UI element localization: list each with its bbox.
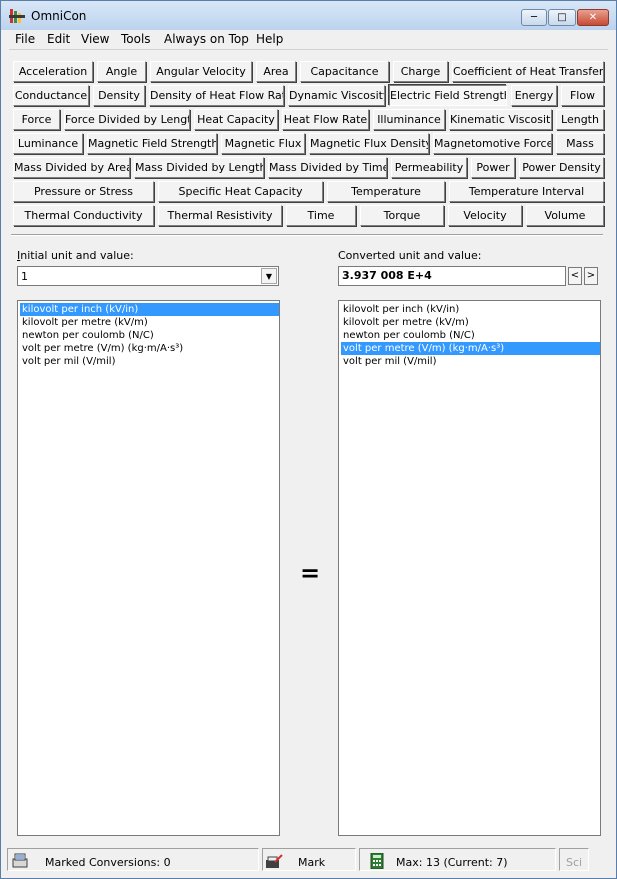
category-button[interactable]: Temperature Interval — [449, 181, 604, 202]
category-button[interactable]: Density — [93, 85, 145, 106]
category-button[interactable]: Charge — [393, 61, 448, 82]
category-button[interactable]: Dynamic Viscosity — [288, 85, 385, 106]
converted-unit-item[interactable]: kilovolt per inch (kV/in) — [341, 303, 600, 316]
max-results-text: Max: 13 (Current: 7) — [396, 856, 508, 869]
mark-icon — [266, 854, 283, 868]
category-button[interactable]: Specific Heat Capacity — [158, 181, 323, 202]
mark-label: Mark — [298, 856, 326, 869]
category-button[interactable]: Thermal Resistivity — [158, 205, 282, 226]
next-result-button[interactable]: > — [584, 267, 598, 285]
initial-unit-label: Initial unit and value: — [17, 249, 134, 262]
app-window: OmniCon ─ □ ✕ File Edit View Tools Alway… — [0, 0, 617, 879]
category-button[interactable]: Energy — [511, 85, 557, 106]
previous-result-button[interactable]: < — [568, 267, 582, 285]
converted-unit-item[interactable]: volt per metre (V/m) (kg·m/A·s³) — [341, 342, 600, 355]
category-button[interactable]: Heat Flow Rate — [282, 109, 369, 130]
mark-button[interactable]: Mark — [262, 848, 356, 871]
converted-value[interactable]: 3.937 008 E+4 — [342, 269, 432, 282]
category-button[interactable]: Acceleration — [13, 61, 93, 82]
category-button[interactable]: Force — [13, 109, 60, 130]
category-button[interactable]: Conductance — [13, 85, 89, 106]
category-button-selected[interactable]: Electric Field Strength — [389, 85, 507, 106]
converted-unit-item[interactable]: newton per coulomb (N/C) — [341, 329, 600, 342]
category-button[interactable]: Illuminance — [373, 109, 445, 130]
menu-edit[interactable]: Edit — [47, 32, 70, 46]
menu-bar: File Edit View Tools Always on Top Help — [1, 30, 616, 49]
category-button[interactable]: Density of Heat Flow Rate — [149, 85, 284, 106]
category-button[interactable]: Area — [256, 61, 296, 82]
marked-conversions-icon — [12, 853, 28, 868]
category-button[interactable]: Length — [556, 109, 604, 130]
category-button[interactable]: Torque — [360, 205, 444, 226]
title-bar[interactable]: OmniCon ─ □ ✕ — [1, 1, 616, 30]
category-button[interactable]: Mass Divided by Time — [268, 157, 387, 178]
sci-label: Sci — [566, 856, 583, 869]
category-button[interactable]: Mass — [556, 133, 604, 154]
converted-value-field[interactable]: 3.937 008 E+4 — [338, 266, 566, 286]
initial-unit-item[interactable]: kilovolt per metre (kV/m) — [20, 316, 279, 329]
category-button[interactable]: Velocity — [448, 205, 522, 226]
minimize-icon: ─ — [530, 12, 538, 23]
category-button[interactable]: Pressure or Stress — [13, 181, 154, 202]
converted-unit-label: Converted unit and value: — [338, 249, 482, 262]
menu-help[interactable]: Help — [256, 32, 283, 46]
category-button[interactable]: Magnetic Field Strength — [87, 133, 217, 154]
category-button[interactable]: Permeability — [391, 157, 467, 178]
maximize-button[interactable]: □ — [548, 9, 576, 26]
category-button[interactable]: Mass Divided by Area — [13, 157, 130, 178]
category-button[interactable]: Magnetic Flux Density — [309, 133, 429, 154]
menu-always-on-top[interactable]: Always on Top — [164, 32, 249, 46]
category-button[interactable]: Power Density — [519, 157, 604, 178]
close-button[interactable]: ✕ — [577, 9, 609, 26]
close-icon: ✕ — [588, 12, 598, 23]
category-button[interactable]: Force Divided by Length — [64, 109, 190, 130]
initial-unit-item[interactable]: kilovolt per inch (kV/in) — [20, 303, 279, 316]
category-button[interactable]: Power — [471, 157, 515, 178]
initial-label-text: nitial unit and value: — [20, 249, 134, 262]
category-button[interactable]: Kinematic Viscosity — [449, 109, 552, 130]
converted-unit-item[interactable]: kilovolt per metre (kV/m) — [341, 316, 600, 329]
maximize-icon: □ — [557, 12, 567, 23]
equals-sign: = — [300, 559, 321, 587]
window-title: OmniCon — [31, 9, 87, 23]
menu-separator — [9, 49, 608, 50]
status-bar: Marked Conversions: 0 Mark Max: 13 (Curr… — [1, 846, 616, 878]
initial-unit-item[interactable]: volt per metre (V/m) (kg·m/A·s³) — [20, 342, 279, 355]
menu-tools[interactable]: Tools — [121, 32, 151, 46]
category-button[interactable]: Thermal Conductivity — [13, 205, 154, 226]
converted-unit-item[interactable]: volt per mil (V/mil) — [341, 355, 600, 368]
category-button[interactable]: Heat Capacity — [194, 109, 278, 130]
initial-value-combo[interactable]: 1 ▼ — [17, 266, 279, 286]
initial-unit-item[interactable]: volt per mil (V/mil) — [20, 355, 279, 368]
minimize-button[interactable]: ─ — [521, 9, 547, 26]
initial-value[interactable]: 1 — [21, 270, 28, 283]
category-button[interactable]: Coefficient of Heat Transfer — [452, 61, 604, 82]
sci-toggle[interactable]: Sci — [559, 848, 589, 871]
combo-arrow-icon[interactable]: ▼ — [261, 268, 277, 284]
initial-unit-item[interactable]: newton per coulomb (N/C) — [20, 329, 279, 342]
category-button[interactable]: Temperature — [327, 181, 445, 202]
marked-conversions-text: Marked Conversions: 0 — [45, 856, 171, 869]
initial-unit-list[interactable]: kilovolt per inch (kV/in) kilovolt per m… — [17, 300, 280, 836]
menu-view[interactable]: View — [81, 32, 109, 46]
category-button[interactable]: Magnetomotive Force — [433, 133, 552, 154]
section-divider — [11, 234, 603, 236]
category-button[interactable]: Luminance — [13, 133, 83, 154]
category-button[interactable]: Angle — [97, 61, 146, 82]
marked-conversions-panel[interactable]: Marked Conversions: 0 — [7, 848, 259, 871]
category-button[interactable]: Magnetic Flux — [221, 133, 305, 154]
category-button[interactable]: Time — [286, 205, 356, 226]
calculator-icon — [370, 853, 384, 869]
category-button[interactable]: Mass Divided by Length — [134, 157, 264, 178]
category-button[interactable]: Flow — [561, 85, 604, 106]
menu-file[interactable]: File — [15, 32, 35, 46]
category-button[interactable]: Capacitance — [300, 61, 389, 82]
category-button[interactable]: Angular Velocity — [150, 61, 252, 82]
max-results-panel: Max: 13 (Current: 7) — [359, 848, 556, 871]
category-button[interactable]: Volume — [526, 205, 604, 226]
converted-unit-list[interactable]: kilovolt per inch (kV/in) kilovolt per m… — [338, 300, 601, 836]
app-icon — [9, 9, 25, 23]
